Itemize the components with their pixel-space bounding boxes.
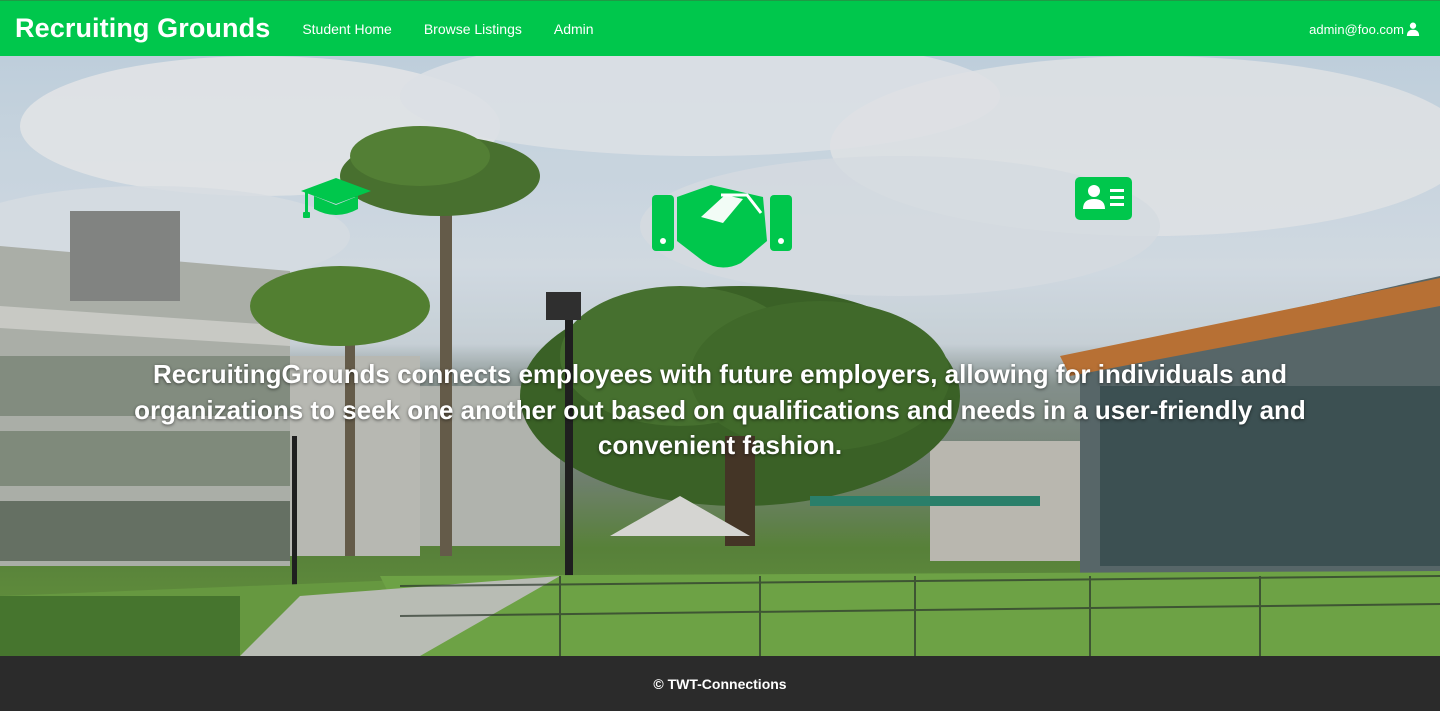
footer-copyright: © TWT-Connections [653, 675, 787, 692]
top-navbar: Recruiting Grounds Student Home Browse L… [0, 0, 1440, 56]
handshake-icon [652, 185, 792, 268]
graduation-cap-icon [301, 178, 371, 218]
user-menu[interactable]: admin@foo.com [1309, 1, 1420, 57]
nav-admin[interactable]: Admin [538, 21, 610, 37]
id-card-icon [1075, 177, 1132, 220]
nav-links: Student Home Browse Listings Admin [286, 21, 609, 37]
nav-browse-listings[interactable]: Browse Listings [408, 21, 538, 37]
hero-tagline: RecruitingGrounds connects employees wit… [134, 359, 1306, 460]
campus-background-image [0, 56, 1440, 656]
footer: © TWT-Connections [0, 656, 1440, 711]
user-icon [1406, 22, 1420, 36]
nav-student-home[interactable]: Student Home [286, 21, 408, 37]
user-email: admin@foo.com [1309, 21, 1404, 37]
hero-section: RecruitingGrounds connects employees wit… [0, 56, 1440, 656]
brand-link[interactable]: Recruiting Grounds [15, 13, 270, 44]
